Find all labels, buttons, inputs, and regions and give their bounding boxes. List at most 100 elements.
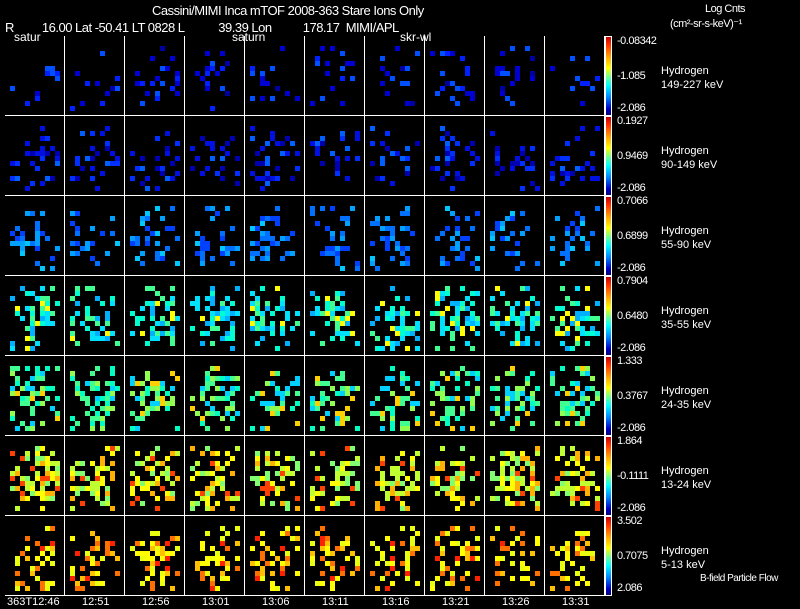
data-pixel <box>550 66 555 71</box>
data-pixel <box>175 171 180 176</box>
data-pixel <box>155 496 160 501</box>
image-panel <box>65 36 125 116</box>
data-pixel <box>415 401 420 406</box>
data-pixel <box>140 581 145 586</box>
data-pixel <box>570 56 575 61</box>
data-pixel <box>95 186 100 191</box>
data-pixel <box>495 396 500 401</box>
data-pixel <box>220 166 225 171</box>
data-pixel <box>340 101 345 106</box>
data-pixel <box>40 421 45 426</box>
data-pixel <box>555 421 560 426</box>
data-pixel <box>470 526 475 531</box>
image-panel <box>125 436 185 516</box>
data-pixel <box>320 451 325 456</box>
data-pixel <box>55 301 60 306</box>
data-pixel <box>320 341 325 346</box>
data-pixel <box>165 246 170 251</box>
data-pixel <box>45 481 50 486</box>
data-pixel <box>15 366 20 371</box>
data-pixel <box>430 401 435 406</box>
data-pixel <box>525 341 530 346</box>
data-pixel <box>220 416 225 421</box>
data-pixel <box>350 76 355 81</box>
data-pixel <box>530 166 535 171</box>
data-pixel <box>395 571 400 576</box>
data-pixel <box>560 566 565 571</box>
data-pixel <box>400 526 405 531</box>
data-pixel <box>285 586 290 591</box>
data-pixel <box>450 346 455 351</box>
energy-range-label: 5-13 keV <box>661 559 706 571</box>
data-pixel <box>405 246 410 251</box>
data-pixel <box>385 246 390 251</box>
data-pixel <box>230 391 235 396</box>
data-pixel <box>475 556 480 561</box>
data-pixel <box>520 541 525 546</box>
data-pixel <box>225 426 230 431</box>
data-pixel <box>515 76 520 81</box>
image-panel <box>5 436 65 516</box>
data-pixel <box>115 76 120 81</box>
data-pixel <box>25 141 30 146</box>
data-pixel <box>170 386 175 391</box>
data-pixel <box>470 406 475 411</box>
data-pixel <box>435 236 440 241</box>
data-pixel <box>340 66 345 71</box>
data-pixel <box>110 406 115 411</box>
data-pixel <box>165 66 170 71</box>
data-pixel <box>325 321 330 326</box>
data-pixel <box>490 456 495 461</box>
data-pixel <box>95 261 100 266</box>
data-pixel <box>505 236 510 241</box>
data-pixel <box>520 211 525 216</box>
data-pixel <box>565 176 570 181</box>
data-pixel <box>570 86 575 91</box>
data-pixel <box>345 156 350 161</box>
data-pixel <box>415 336 420 341</box>
data-pixel <box>50 386 55 391</box>
data-pixel <box>575 136 580 141</box>
data-pixel <box>580 566 585 571</box>
data-pixel <box>295 421 300 426</box>
data-pixel <box>405 81 410 86</box>
data-pixel <box>590 376 595 381</box>
data-pixel <box>75 211 80 216</box>
data-pixel <box>340 571 345 576</box>
data-pixel <box>35 246 40 251</box>
data-pixel <box>355 426 360 431</box>
data-pixel <box>535 321 540 326</box>
data-pixel <box>560 451 565 456</box>
data-pixel <box>75 551 80 556</box>
data-pixel <box>235 526 240 531</box>
data-pixel <box>140 501 145 506</box>
data-pixel <box>115 386 120 391</box>
data-pixel <box>25 186 30 191</box>
data-pixel <box>10 86 15 91</box>
data-pixel <box>50 266 55 271</box>
data-pixel <box>575 581 580 586</box>
data-pixel <box>410 551 415 556</box>
data-pixel <box>25 366 30 371</box>
data-pixel <box>235 181 240 186</box>
data-pixel <box>165 571 170 576</box>
data-pixel <box>570 171 575 176</box>
data-pixel <box>395 46 400 51</box>
data-pixel <box>270 501 275 506</box>
data-pixel <box>230 471 235 476</box>
data-pixel <box>215 501 220 506</box>
data-pixel <box>345 146 350 151</box>
data-pixel <box>380 346 385 351</box>
data-pixel <box>345 406 350 411</box>
data-pixel <box>150 56 155 61</box>
data-pixel <box>455 561 460 566</box>
data-pixel <box>320 96 325 101</box>
data-pixel <box>595 76 600 81</box>
data-pixel <box>225 531 230 536</box>
data-pixel <box>235 311 240 316</box>
data-pixel <box>475 211 480 216</box>
data-pixel <box>40 156 45 161</box>
data-pixel <box>295 321 300 326</box>
data-pixel <box>195 501 200 506</box>
data-pixel <box>555 216 560 221</box>
